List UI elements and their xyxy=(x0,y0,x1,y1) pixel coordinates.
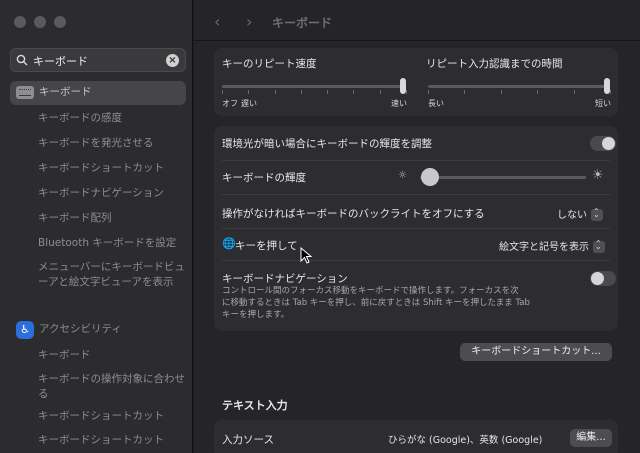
divider xyxy=(222,194,610,195)
slider-tick xyxy=(610,90,611,94)
slider-tick xyxy=(300,90,302,94)
sidebar-item-acc-keyboard-target[interactable]: キーボードの操作対象に合わせる xyxy=(38,372,188,402)
slider-tick xyxy=(464,90,466,94)
edit-input-sources-button[interactable]: 編集... xyxy=(570,429,612,447)
key-repeat-group: キーのリピート速度 リピート入力認識までの時間 オフ 遅い 速い 長い 短い xyxy=(214,48,618,116)
input-source-label: 入力ソース xyxy=(222,434,274,446)
text-input-group: 入力ソース ひらがな (Google)、英数 (Google) 編集... xyxy=(214,420,618,453)
slider-tick xyxy=(406,90,407,94)
slider-tick xyxy=(248,90,250,94)
search-icon xyxy=(16,54,28,66)
sidebar-item-label: キーボード xyxy=(39,86,92,98)
repeat-speed-max-label: 速い xyxy=(391,99,407,108)
backlight-off-value: しない xyxy=(557,210,587,221)
repeat-delay-max-label: 短い xyxy=(595,99,611,108)
sidebar-item-keyboard-backlight[interactable]: キーボードを発光させる xyxy=(38,136,188,151)
sidebar-item-keyboard-navigation[interactable]: キーボードナビゲーション xyxy=(38,186,188,201)
brightness-track[interactable] xyxy=(420,176,586,179)
repeat-delay-min-label: 長い xyxy=(428,99,444,108)
slider-tick xyxy=(379,90,381,94)
auto-brightness-toggle[interactable] xyxy=(590,136,616,151)
main-pane: ‹ › キーボード キーのリピート速度 リピート入力認識までの時間 オフ 遅い … xyxy=(194,0,640,453)
sidebar-item-keyboard-shortcuts[interactable]: キーボードショートカット xyxy=(38,161,188,176)
repeat-speed-label: キーのリピート速度 xyxy=(222,58,317,70)
back-button[interactable]: ‹ xyxy=(214,12,220,31)
sidebar-item-menubar-viewer[interactable]: メニューバーにキーボードビューアと絵文字ビューアを表示 xyxy=(38,260,188,290)
repeat-delay-track[interactable] xyxy=(428,85,610,88)
search-field[interactable]: キーボード × xyxy=(10,48,186,72)
globe-key-label: キーを押して xyxy=(235,240,298,252)
sidebar-item-bluetooth-keyboard[interactable]: Bluetooth キーボードを設定 xyxy=(38,236,188,251)
page-title: キーボード xyxy=(272,16,333,30)
backlight-off-popup[interactable]: しない xyxy=(557,206,603,221)
clear-search-icon[interactable]: × xyxy=(166,54,179,67)
keyboard-icon xyxy=(16,86,34,99)
window-controls xyxy=(14,16,66,28)
sidebar-item-label: アクセシビリティ xyxy=(39,323,122,335)
search-input[interactable]: キーボード xyxy=(33,53,88,69)
keyboard-navigation-label: キーボードナビゲーション xyxy=(222,273,348,285)
sidebar: キーボード × キーボード キーボードの感度 キーボードを発光させる キーボード… xyxy=(0,0,193,453)
sidebar-item-accessibility[interactable]: ♿ アクセシビリティ xyxy=(10,318,186,342)
header-divider xyxy=(194,40,640,41)
slider-tick xyxy=(274,90,276,94)
text-input-section-title: テキスト入力 xyxy=(222,399,288,412)
keyboard-navigation-description-2: に移動するときは Tab キーを押し、前に戻すときは Shift キーを押したま… xyxy=(222,298,530,308)
auto-brightness-label: 環境光が暗い場合にキーボードの輝度を調整 xyxy=(222,138,432,150)
sidebar-item-acc-keyboard[interactable]: キーボード xyxy=(38,348,188,363)
repeat-delay-label: リピート入力認識までの時間 xyxy=(426,58,563,70)
slider-tick xyxy=(428,90,429,94)
brightness-label: キーボードの輝度 xyxy=(222,172,306,184)
input-source-value: ひらがな (Google)、英数 (Google) xyxy=(388,435,543,446)
slider-tick xyxy=(327,90,329,94)
repeat-speed-min-label: オフ xyxy=(222,99,238,108)
keyboard-shortcuts-button[interactable]: キーボードショートカット... xyxy=(460,343,612,361)
brightness-knob[interactable] xyxy=(421,168,439,186)
repeat-speed-slow-label: 遅い xyxy=(241,99,257,108)
backlight-off-label: 操作がなければキーボードのバックライトをオフにする xyxy=(222,208,485,220)
sidebar-item-keyboard-layout[interactable]: キーボード配列 xyxy=(38,211,188,226)
globe-icon: 🌐 xyxy=(222,237,236,250)
divider xyxy=(222,160,610,161)
globe-key-value: 絵文字と記号を表示 xyxy=(499,242,589,253)
slider-tick xyxy=(353,90,355,94)
keyboard-navigation-toggle[interactable] xyxy=(590,271,616,286)
slider-tick xyxy=(222,90,223,94)
zoom-window-button[interactable] xyxy=(54,16,66,28)
keyboard-options-group: 環境光が暗い場合にキーボードの輝度を調整 キーボードの輝度 ☼ ☀ 操作がなけれ… xyxy=(214,126,618,331)
keyboard-navigation-description-3: キーを押します。 xyxy=(222,310,290,320)
minimize-window-button[interactable] xyxy=(34,16,46,28)
divider xyxy=(222,228,610,229)
accessibility-icon: ♿ xyxy=(16,321,34,339)
forward-button[interactable]: › xyxy=(246,12,252,31)
stepper-icon xyxy=(593,239,605,253)
keyboard-navigation-description-1: コントロール間のフォーカス移動をキーボードで操作します。フォーカスを次 xyxy=(222,286,519,296)
slider-tick xyxy=(573,90,575,94)
divider xyxy=(222,260,610,261)
sidebar-item-acc-shortcuts[interactable]: キーボードショートカット xyxy=(38,409,188,424)
sidebar-item-keyboard[interactable]: キーボード xyxy=(10,81,186,105)
repeat-speed-track[interactable] xyxy=(222,85,406,88)
globe-key-popup[interactable]: 絵文字と記号を表示 xyxy=(499,238,605,253)
brightness-high-icon: ☀ xyxy=(592,168,604,183)
stepper-icon xyxy=(591,207,603,221)
brightness-low-icon: ☼ xyxy=(398,170,407,181)
close-window-button[interactable] xyxy=(14,16,26,28)
slider-tick xyxy=(500,90,502,94)
mouse-pointer-icon xyxy=(300,247,313,264)
sidebar-item-keyboard-sensitivity[interactable]: キーボードの感度 xyxy=(38,111,188,126)
sidebar-item-acc-shortcuts-2[interactable]: キーボードショートカット xyxy=(38,433,188,448)
slider-tick xyxy=(537,90,539,94)
